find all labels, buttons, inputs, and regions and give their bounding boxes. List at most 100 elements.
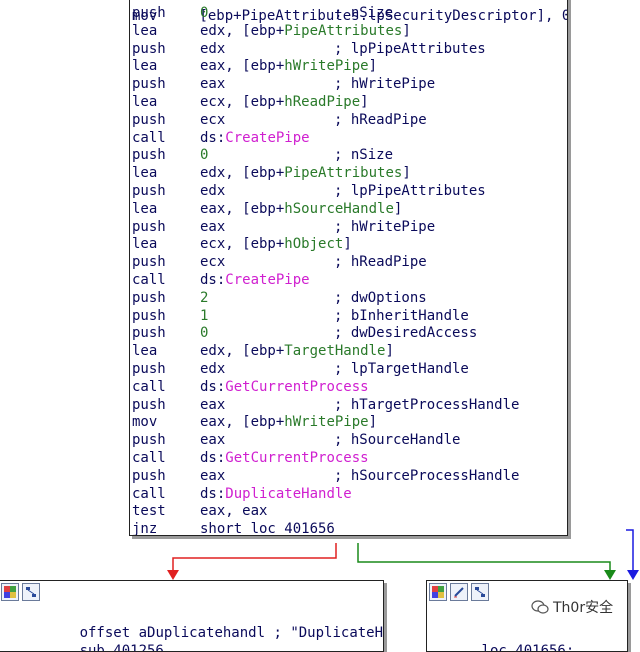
- comment: ; hReadPipe: [334, 254, 427, 271]
- comment: ; nSize: [334, 5, 394, 21]
- variable-name[interactable]: TargetHandle: [284, 343, 385, 359]
- operand-text: ds:: [200, 485, 226, 502]
- mnemonic: lea: [132, 58, 158, 75]
- mnemonic: test: [132, 503, 166, 520]
- operand-text: edx: [200, 40, 226, 57]
- variable-name[interactable]: hReadPipe: [284, 94, 360, 110]
- comment: ; hSourceProcessHandle: [334, 467, 520, 484]
- palette-icon[interactable]: [1, 583, 19, 601]
- operand: eax, [ebp+hWritePipe]: [200, 413, 377, 431]
- operand-text: ecx: [200, 111, 226, 128]
- operand: edx: [200, 40, 225, 58]
- mnemonic: push: [132, 147, 166, 164]
- operand-text: ecx, [ebp+: [200, 94, 285, 110]
- operand: ds:CreatePipe: [200, 271, 310, 289]
- operand: eax: [200, 467, 225, 485]
- basic-block-main[interactable]: mov [ebp+PipeAttributes.lpSecurityDescri…: [129, 0, 568, 536]
- edge-next-arrow: [627, 570, 639, 580]
- mnemonic: lea: [132, 236, 158, 253]
- variable-name[interactable]: hSourceHandle: [284, 201, 394, 217]
- operand: 2: [200, 289, 208, 307]
- operand: eax: [200, 218, 225, 236]
- operand-text: ecx, [ebp+: [200, 236, 285, 253]
- operand-text: ds:: [200, 450, 226, 466]
- operand: ds:GetCurrentProcess: [200, 378, 369, 396]
- function-name[interactable]: CreatePipe: [225, 272, 309, 288]
- operand: edx: [200, 182, 225, 200]
- operand-text: ds:: [200, 129, 226, 146]
- mnemonic: call: [132, 272, 166, 288]
- operand-text: short loc_401656: [200, 521, 335, 536]
- operand-text: ]: [343, 236, 352, 253]
- operand-text: edx, [ebp+: [200, 343, 285, 360]
- operand: edx, [ebp+PipeAttributes]: [200, 164, 411, 182]
- immediate-value: 2: [200, 289, 209, 306]
- comment: ; hSourceHandle: [334, 432, 461, 449]
- comment: ; lpPipeAttributes: [334, 183, 486, 199]
- variable-name[interactable]: PipeAttributes: [284, 23, 402, 39]
- palette-icon[interactable]: [429, 583, 447, 601]
- operand-text: ]: [385, 343, 394, 360]
- operand-text: ]: [402, 165, 411, 182]
- graph-view[interactable]: mov [ebp+PipeAttributes.lpSecurityDescri…: [0, 0, 640, 652]
- label-row[interactable]: loc_401656:: [431, 624, 575, 652]
- operand: 0: [200, 324, 208, 342]
- operand: ecx, [ebp+hReadPipe]: [200, 93, 369, 111]
- operand-text: ecx: [200, 254, 226, 271]
- operand: 1: [200, 307, 208, 325]
- mnemonic: push: [132, 76, 166, 93]
- mnemonic: lea: [132, 165, 158, 182]
- location-label: loc_401656:: [481, 643, 575, 652]
- edge-true-arrow: [604, 570, 616, 580]
- mnemonic: push: [132, 111, 166, 128]
- function-name[interactable]: CreatePipe: [225, 130, 309, 146]
- mnemonic: lea: [132, 94, 158, 110]
- mnemonic: call: [132, 485, 166, 502]
- comment: ; lpTargetHandle: [334, 361, 469, 377]
- operand: edx: [200, 360, 225, 378]
- operand: edx, [ebp+TargetHandle]: [200, 342, 394, 360]
- operand: eax, [ebp+hSourceHandle]: [200, 200, 402, 218]
- operand-text: edx: [200, 361, 226, 377]
- comment: ; bInheritHandle: [334, 307, 469, 324]
- operand-text: ]: [402, 22, 411, 39]
- operand: eax, eax: [200, 502, 267, 520]
- function-name[interactable]: DuplicateHandle: [225, 486, 351, 502]
- variable-name[interactable]: hWritePipe: [284, 58, 368, 74]
- node-toolbar: [429, 583, 489, 603]
- immediate-value: 1: [200, 307, 209, 324]
- comment: ; hTargetProcessHandle: [334, 396, 520, 413]
- edge-false: [172, 543, 337, 578]
- immediate-value: 0: [200, 325, 209, 342]
- operand-text: ]: [368, 58, 378, 75]
- operand: edx, [ebp+PipeAttributes]: [200, 22, 411, 40]
- operand-text: ]: [393, 200, 403, 217]
- mnemonic: jnz: [132, 521, 158, 536]
- instruction-row[interactable]: sub_401256: [29, 624, 164, 651]
- immediate-value: 0: [200, 5, 209, 21]
- graph-icon[interactable]: [471, 583, 489, 601]
- graph-icon[interactable]: [22, 583, 40, 601]
- comment: ; hWritePipe: [334, 218, 436, 235]
- function-name[interactable]: GetCurrentProcess: [225, 379, 368, 395]
- edge-false-arrow: [167, 570, 179, 580]
- variable-name[interactable]: hObject: [284, 236, 343, 252]
- operand-text: eax: [200, 467, 226, 484]
- mnemonic: call: [132, 378, 166, 395]
- watermark: Th0r安全: [528, 596, 617, 618]
- operand-text: edx: [200, 183, 226, 199]
- basic-block-false-branch[interactable]: offset aDuplicatehandl ; "DuplicateHandl…: [0, 580, 384, 652]
- operand: 0: [200, 4, 208, 22]
- operand-text: eax, eax: [200, 503, 268, 520]
- edit-icon[interactable]: [450, 583, 468, 601]
- operand-text: ds:: [200, 378, 226, 395]
- variable-name[interactable]: hWritePipe: [284, 414, 368, 430]
- variable-name[interactable]: PipeAttributes: [284, 165, 402, 181]
- mnemonic: push: [132, 325, 166, 342]
- node-toolbar: [1, 583, 40, 603]
- operand-text: edx, [ebp+: [200, 165, 285, 182]
- mnemonic: push: [132, 432, 166, 449]
- operand: ds:DuplicateHandle: [200, 485, 352, 503]
- function-name[interactable]: GetCurrentProcess: [225, 450, 368, 466]
- mnemonic: lea: [132, 200, 158, 217]
